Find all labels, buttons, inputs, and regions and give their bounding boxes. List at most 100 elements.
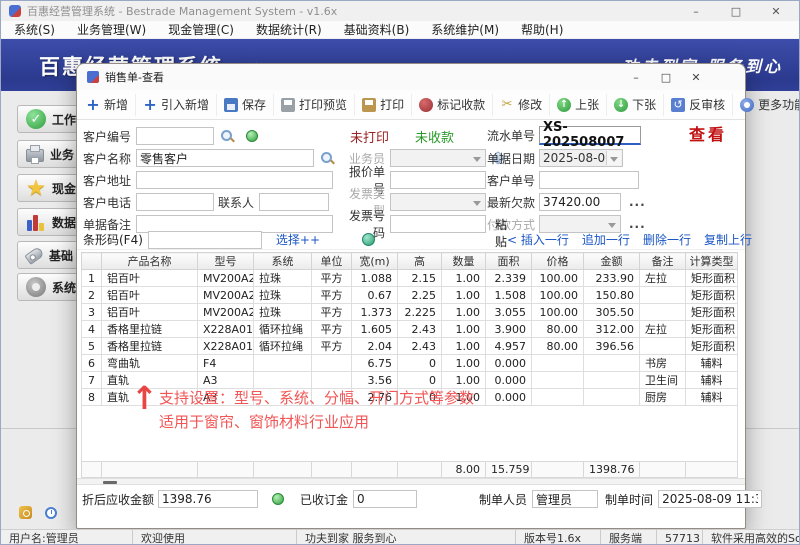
menu-item[interactable]: 系统(S): [3, 21, 66, 39]
table-cell[interactable]: 396.56: [583, 337, 640, 355]
customer-no-input[interactable]: [136, 127, 214, 145]
table-cell[interactable]: [311, 371, 352, 389]
table-cell[interactable]: [253, 371, 312, 389]
table-cell[interactable]: A3: [197, 388, 254, 406]
table-cell[interactable]: 312.00: [583, 320, 640, 338]
copy-row-link[interactable]: 复制上行: [704, 231, 752, 248]
latest-debt-input[interactable]: [539, 193, 621, 211]
table-cell[interactable]: 3: [81, 303, 102, 321]
table-cell[interactable]: [583, 388, 640, 406]
table-cell[interactable]: 弯曲轨: [101, 354, 198, 372]
table-cell[interactable]: 1.00: [441, 303, 486, 321]
table-cell[interactable]: 2: [81, 286, 102, 304]
table-row[interactable]: 3铝百叶MV200A27拉珠平方1.3732.2251.003.055100.0…: [81, 303, 738, 321]
append-row-link[interactable]: 追加一行: [582, 231, 630, 248]
table-cell[interactable]: 辅料: [685, 354, 738, 372]
table-cell[interactable]: 卫生间: [639, 371, 686, 389]
table-cell[interactable]: 左拉: [639, 269, 686, 287]
toolbar-button[interactable]: 保存: [217, 93, 275, 116]
close-button[interactable]: ✕: [763, 3, 789, 19]
table-cell[interactable]: 循环拉绳: [253, 320, 312, 338]
table-cell[interactable]: 矩形面积: [685, 320, 738, 338]
deposit-input[interactable]: [353, 490, 418, 508]
table-cell[interactable]: 1.00: [441, 320, 486, 338]
select-link[interactable]: 选择++: [276, 231, 320, 248]
table-cell[interactable]: 拉珠: [253, 303, 312, 321]
insert-row-link[interactable]: < 插入一行: [507, 231, 569, 248]
toolbar-button[interactable]: ✂ 修改: [493, 93, 551, 116]
table-cell[interactable]: MV200A27: [197, 303, 254, 321]
maximize-button[interactable]: □: [723, 3, 749, 19]
toolbar-button[interactable]: ↑ 上张: [550, 93, 608, 116]
customer-name-input[interactable]: [136, 149, 314, 167]
dialog-maximize-button[interactable]: □: [655, 68, 677, 86]
table-cell[interactable]: 1.00: [441, 388, 486, 406]
table-row[interactable]: 8 直轨 A3 2.76 0 1.00 0.000 厨房 辅料: [81, 388, 738, 406]
magnifier-icon[interactable]: [220, 129, 234, 143]
make-time-input[interactable]: [658, 490, 763, 508]
table-cell[interactable]: 1.088: [351, 269, 398, 287]
table-cell[interactable]: A3: [197, 371, 254, 389]
table-cell[interactable]: 1.00: [441, 286, 486, 304]
customer-order-no-input[interactable]: [539, 171, 639, 189]
table-cell[interactable]: 6: [81, 354, 102, 372]
globe-icon[interactable]: [362, 233, 376, 246]
table-row[interactable]: 2铝百叶MV200A27拉珠平方0.672.251.001.508100.001…: [81, 286, 738, 304]
table-row[interactable]: 7 直轨 A3 3.56 0 1.00 0.000 卫生间 辅料: [81, 371, 738, 389]
table-cell[interactable]: F4: [197, 354, 254, 372]
table-cell[interactable]: 1: [81, 269, 102, 287]
toolbar-button[interactable]: ↺ 反审核: [664, 93, 734, 116]
table-cell[interactable]: 233.90: [583, 269, 640, 287]
table-cell[interactable]: 直轨: [101, 388, 198, 406]
table-cell[interactable]: 2.76: [351, 388, 398, 406]
table-cell[interactable]: 辅料: [685, 388, 738, 406]
menu-item[interactable]: 帮助(H): [510, 21, 574, 39]
latest-debt-more-button[interactable]: ...: [629, 195, 646, 209]
table-cell[interactable]: 铝百叶: [101, 286, 198, 304]
table-cell[interactable]: 1.00: [441, 269, 486, 287]
table-row[interactable]: 5 香格里拉链 X228A01 循环拉绳 平方 2.04 2.43 1.00 4.957 80.0…: [81, 337, 738, 355]
table-cell[interactable]: 8: [81, 388, 102, 406]
table-cell[interactable]: 2.339: [485, 269, 532, 287]
table-cell[interactable]: 80.00: [531, 320, 584, 338]
table-cell[interactable]: 1.508: [485, 286, 532, 304]
pay-method-more-button[interactable]: ...: [629, 217, 646, 231]
discounted-amount-input[interactable]: [158, 490, 259, 508]
table-cell[interactable]: 2.225: [397, 303, 442, 321]
menu-item[interactable]: 现金管理(C): [157, 21, 245, 39]
table-cell[interactable]: 2.04: [351, 337, 398, 355]
table-cell[interactable]: MV200A27: [197, 286, 254, 304]
minimize-button[interactable]: –: [683, 3, 709, 19]
table-row[interactable]: 4 香格里拉链 X228A01 循环拉绳 平方 1.605 2.43 1.00 3.900 80.…: [81, 320, 738, 338]
table-cell[interactable]: 305.50: [583, 303, 640, 321]
contact-input[interactable]: [259, 193, 329, 211]
key-icon[interactable]: [19, 506, 32, 519]
table-cell[interactable]: [311, 354, 352, 372]
toolbar-button[interactable]: + 新增: [79, 93, 137, 116]
table-cell[interactable]: 平方: [311, 303, 352, 321]
table-cell[interactable]: 2.15: [397, 269, 442, 287]
toolbar-button[interactable]: 标记收款: [412, 93, 494, 116]
table-cell[interactable]: 3.900: [485, 320, 532, 338]
table-cell[interactable]: 0.67: [351, 286, 398, 304]
table-cell[interactable]: 循环拉绳: [253, 337, 312, 355]
table-cell[interactable]: 香格里拉链: [101, 320, 198, 338]
table-cell[interactable]: [639, 303, 686, 321]
table-cell[interactable]: 3.055: [485, 303, 532, 321]
table-cell[interactable]: [583, 371, 640, 389]
table-cell[interactable]: 辅料: [685, 371, 738, 389]
table-cell[interactable]: 平方: [311, 269, 352, 287]
table-cell[interactable]: 矩形面积: [685, 286, 738, 304]
table-cell[interactable]: 150.80: [583, 286, 640, 304]
table-cell[interactable]: 拉珠: [253, 269, 312, 287]
table-cell[interactable]: 4: [81, 320, 102, 338]
table-cell[interactable]: 2.43: [397, 337, 442, 355]
table-row[interactable]: 6 弯曲轨 F4 6.75 0 1.00 0.000 书房 辅料: [81, 354, 738, 372]
doc-date-field[interactable]: 2025-08-09: [539, 149, 623, 167]
splitter[interactable]: [77, 478, 745, 485]
splitter-grip-icon[interactable]: [103, 481, 117, 484]
maker-input[interactable]: [532, 490, 599, 508]
serial-no-field[interactable]: XS-202508007: [539, 120, 641, 150]
table-cell[interactable]: 矩形面积: [685, 269, 738, 287]
table-cell[interactable]: 0.000: [485, 371, 532, 389]
